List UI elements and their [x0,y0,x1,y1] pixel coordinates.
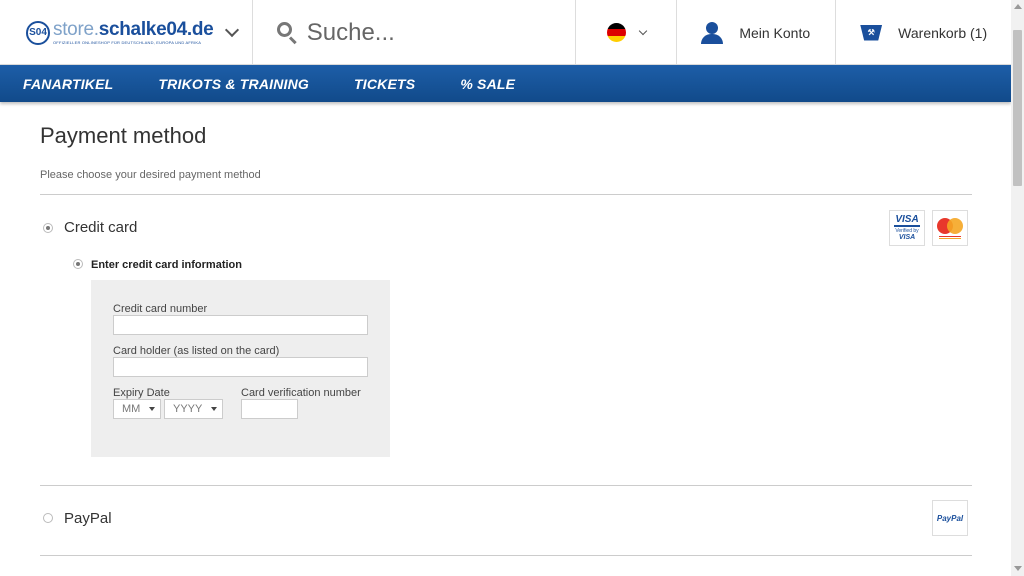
divider [40,485,972,486]
credit-card-form: Credit card number Card holder (as liste… [91,280,390,457]
card-holder-label: Card holder (as listed on the card) [113,345,280,357]
dropdown-arrow-icon [149,407,155,411]
nav-item-fanartikel[interactable]: FANARTIKEL [23,76,113,92]
chevron-down-icon[interactable] [225,22,240,37]
dropdown-arrow-icon [211,407,217,411]
page-scrollbar[interactable] [1011,0,1024,576]
paypal-logo: PayPal [932,500,968,536]
cvv-field[interactable] [241,399,298,419]
search-icon[interactable] [276,21,299,44]
nav-item-tickets[interactable]: TICKETS [354,76,415,92]
main-nav: FANARTIKEL TRIKOTS & TRAINING TICKETS % … [0,65,1011,102]
search-area [253,0,577,65]
logo-prefix: store. [53,19,99,40]
mastercard-logo [932,210,968,246]
club-crest-icon: S04 [26,20,50,45]
divider [40,555,972,556]
expiry-month-select[interactable]: MM [113,399,161,419]
store-logo[interactable]: S04 store.schalke04.de OFFIZIELLER ONLIN… [26,19,214,45]
divider [40,194,972,195]
expiry-date-label: Expiry Date [113,387,170,399]
logo-tagline: OFFIZIELLER ONLINESHOP FÜR DEUTSCHLAND, … [53,40,202,45]
cart-icon: ⚒ [860,24,883,41]
account-label: Mein Konto [739,24,811,41]
nav-item-trikots-training[interactable]: TRIKOTS & TRAINING [158,76,309,92]
credit-card-label[interactable]: Credit card [64,219,137,236]
search-input[interactable] [306,18,567,47]
enter-card-info-label[interactable]: Enter credit card information [91,259,242,271]
account-link[interactable]: Mein Konto [677,0,837,65]
site-header: S04 store.schalke04.de OFFIZIELLER ONLIN… [0,0,1011,65]
card-holder-field[interactable] [113,357,368,377]
enter-card-info-radio[interactable] [73,259,83,269]
cvv-label: Card verification number [241,387,361,399]
user-icon [701,21,724,44]
page-subtitle: Please choose your desired payment metho… [40,169,261,181]
nav-item-sale[interactable]: % SALE [460,76,515,92]
credit-card-radio[interactable] [43,223,53,233]
cart-label: Warenkorb (1) [898,24,988,41]
visa-logo: VISA Verified by VISA [889,210,925,246]
language-selector[interactable] [576,0,678,65]
paypal-radio[interactable] [43,513,53,523]
cart-link[interactable]: ⚒ Warenkorb (1) [836,0,1011,65]
paypal-label[interactable]: PayPal [64,510,112,527]
scroll-up-arrow-icon[interactable] [1014,4,1022,9]
chevron-down-icon [638,26,648,35]
logo-area: S04 store.schalke04.de OFFIZIELLER ONLIN… [0,0,253,65]
expiry-year-select[interactable]: YYYY [164,399,223,419]
germany-flag-icon [606,23,626,42]
logo-main-text: schalke04.de [98,19,214,40]
page-title: Payment method [40,123,207,148]
card-number-label: Credit card number [113,303,208,315]
card-number-field[interactable] [113,315,368,335]
scroll-thumb[interactable] [1013,30,1022,186]
scroll-down-arrow-icon[interactable] [1014,566,1022,571]
